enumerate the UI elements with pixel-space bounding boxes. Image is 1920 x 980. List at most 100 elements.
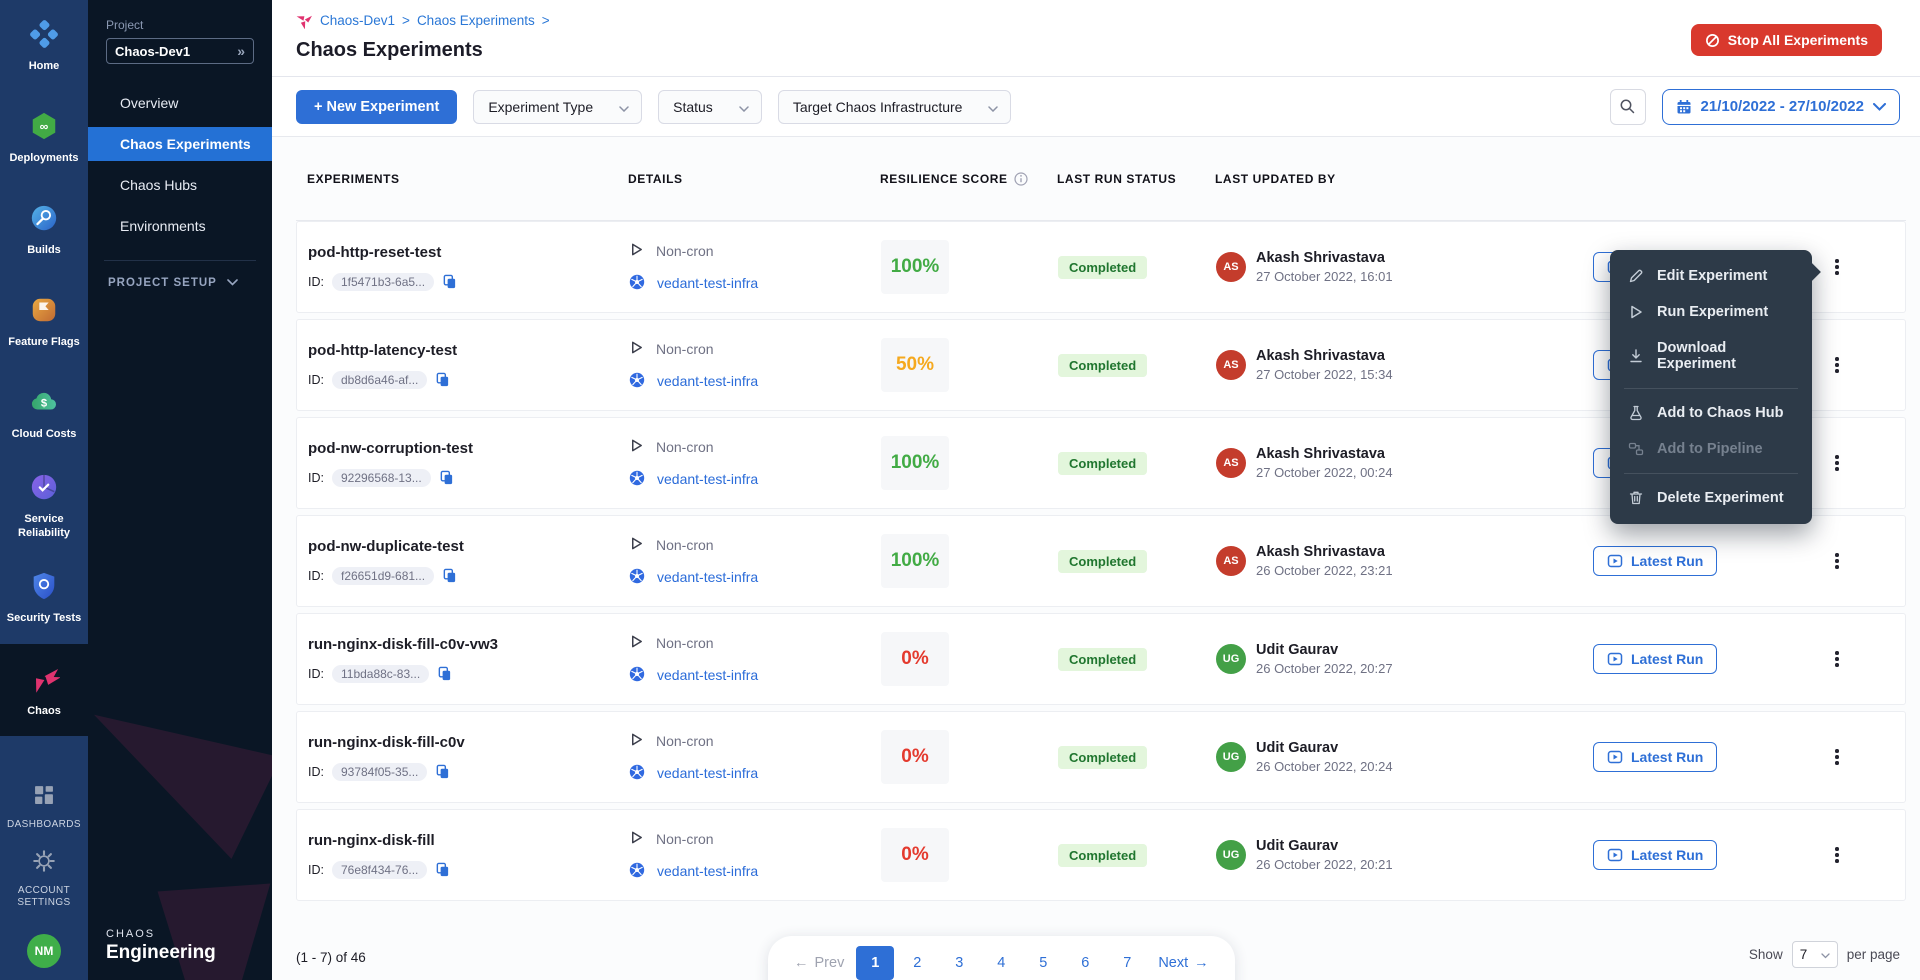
experiment-name[interactable]: run-nginx-disk-fill-c0v: [308, 734, 629, 751]
page-button-2[interactable]: 2: [898, 946, 936, 980]
experiment-name[interactable]: pod-http-latency-test: [308, 342, 629, 359]
sidebar-item-home[interactable]: Home: [0, 0, 88, 92]
page-button-1[interactable]: 1: [856, 946, 894, 980]
infrastructure-link[interactable]: vedant-test-infra: [657, 863, 758, 879]
experiment-name[interactable]: pod-http-reset-test: [308, 244, 629, 261]
status-filter[interactable]: Status: [658, 90, 762, 124]
experiment-type-filter[interactable]: Experiment Type: [473, 90, 642, 124]
target-infrastructure-filter[interactable]: Target Chaos Infrastructure: [778, 90, 1012, 124]
updated-by-name: Akash Shrivastava: [1256, 250, 1393, 266]
breadcrumb-page-link[interactable]: Chaos Experiments: [417, 13, 535, 28]
sidebar-item-feature-flags[interactable]: Feature Flags: [0, 276, 88, 368]
copy-icon[interactable]: [442, 274, 457, 289]
updated-by-name: Akash Shrivastava: [1256, 446, 1393, 462]
sidebar-item-chaos[interactable]: Chaos: [0, 644, 88, 736]
latest-run-button[interactable]: Latest Run: [1593, 742, 1717, 772]
experiment-name[interactable]: run-nginx-disk-fill-c0v-vw3: [308, 636, 629, 653]
resilience-score-box: 50%: [881, 338, 949, 392]
infrastructure-link[interactable]: vedant-test-infra: [657, 471, 758, 487]
page-button-3[interactable]: 3: [940, 946, 978, 980]
infrastructure-link[interactable]: vedant-test-infra: [657, 373, 758, 389]
experiment-name[interactable]: run-nginx-disk-fill: [308, 832, 629, 849]
row-menu-button[interactable]: [1825, 547, 1849, 575]
menu-item-download-experiment[interactable]: Download Experiment: [1610, 330, 1812, 382]
sidebar-item-security-tests[interactable]: Security Tests: [0, 552, 88, 644]
sidebar-item-builds[interactable]: Builds: [0, 184, 88, 276]
row-menu-button[interactable]: [1825, 743, 1849, 771]
per-page-select[interactable]: 7: [1792, 941, 1838, 968]
chevron-down-icon: [619, 99, 629, 115]
updated-by-name: Akash Shrivastava: [1256, 348, 1393, 364]
sidebar-item-service-reliability[interactable]: Service Reliability: [0, 460, 88, 552]
sidebar-item-environments[interactable]: Environments: [88, 209, 272, 243]
sidebar-item-chaos-experiments[interactable]: Chaos Experiments: [88, 127, 272, 161]
chevron-down-icon: [988, 99, 998, 115]
copy-icon[interactable]: [439, 470, 454, 485]
page-button-6[interactable]: 6: [1066, 946, 1104, 980]
info-icon[interactable]: [1014, 172, 1028, 186]
row-menu-button[interactable]: [1825, 351, 1849, 379]
menu-item-delete-experiment[interactable]: Delete Experiment: [1610, 480, 1812, 516]
next-page-button[interactable]: Next→: [1150, 946, 1216, 980]
infrastructure-link[interactable]: vedant-test-infra: [657, 569, 758, 585]
schedule-type: Non-cron: [656, 439, 714, 455]
page-button-4[interactable]: 4: [982, 946, 1020, 980]
menu-item-edit-experiment[interactable]: Edit Experiment: [1610, 258, 1812, 294]
search-button[interactable]: [1610, 89, 1646, 125]
sidebar-item-dashboards[interactable]: DASHBOARDS: [0, 770, 88, 842]
row-menu-button[interactable]: [1825, 645, 1849, 673]
row-menu-button[interactable]: [1825, 253, 1849, 281]
latest-run-button[interactable]: Latest Run: [1593, 840, 1717, 870]
play-icon: [1628, 304, 1644, 320]
experiment-id: 11bda88c-83...: [332, 665, 429, 683]
row-menu-button[interactable]: [1825, 841, 1849, 869]
resilience-score-box: 100%: [881, 534, 949, 588]
date-range-picker[interactable]: 21/10/2022 - 27/10/2022: [1662, 89, 1900, 125]
menu-item-run-experiment[interactable]: Run Experiment: [1610, 294, 1812, 330]
infrastructure-link[interactable]: vedant-test-infra: [657, 275, 758, 291]
menu-item-add-to-pipeline[interactable]: Add to Pipeline: [1610, 431, 1812, 467]
project-label: Project: [106, 18, 272, 32]
breadcrumb-separator: >: [542, 13, 550, 28]
experiment-name[interactable]: pod-nw-corruption-test: [308, 440, 629, 457]
stop-all-experiments-button[interactable]: Stop All Experiments: [1691, 24, 1882, 56]
breadcrumb-project-link[interactable]: Chaos-Dev1: [320, 13, 395, 28]
resilience-score: 0%: [901, 844, 928, 866]
project-setup-toggle[interactable]: PROJECT SETUP: [88, 277, 272, 289]
page-button-7[interactable]: 7: [1108, 946, 1146, 980]
expand-project-icon[interactable]: »: [237, 43, 245, 59]
infrastructure-link[interactable]: vedant-test-infra: [657, 765, 758, 781]
sidebar-item-deployments[interactable]: ∞ Deployments: [0, 92, 88, 184]
new-experiment-button[interactable]: + New Experiment: [296, 90, 457, 124]
chevron-down-icon: [1873, 98, 1886, 115]
project-selector[interactable]: Chaos-Dev1 »: [106, 38, 254, 64]
copy-icon[interactable]: [437, 666, 452, 681]
prev-page-button[interactable]: ←Prev: [786, 946, 852, 980]
latest-run-button[interactable]: Latest Run: [1593, 644, 1717, 674]
copy-icon[interactable]: [435, 764, 450, 779]
arrow-right-icon: →: [1194, 955, 1209, 971]
table-row: run-nginx-disk-fill-c0v-vw3 ID: 11bda88c…: [296, 613, 1906, 705]
sidebar-item-overview[interactable]: Overview: [88, 86, 272, 120]
sidebar-item-chaos-hubs[interactable]: Chaos Hubs: [88, 168, 272, 202]
resilience-score: 100%: [891, 256, 940, 278]
table-header-row: EXPERIMENTS DETAILS RESILIENCE SCORE LAS…: [296, 137, 1906, 221]
menu-item-add-to-chaos-hub[interactable]: Add to Chaos Hub: [1610, 395, 1812, 431]
copy-icon[interactable]: [435, 372, 450, 387]
sidebar-item-cloud-costs[interactable]: $ Cloud Costs: [0, 368, 88, 460]
user-avatar[interactable]: NM: [27, 934, 61, 968]
infrastructure-link[interactable]: vedant-test-infra: [657, 667, 758, 683]
cron-play-icon: [629, 732, 644, 750]
page-button-5[interactable]: 5: [1024, 946, 1062, 980]
id-label: ID:: [308, 471, 324, 485]
sidebar-item-account-settings[interactable]: ACCOUNT SETTINGS: [0, 842, 88, 914]
menu-divider: [1624, 388, 1798, 389]
latest-run-button[interactable]: Latest Run: [1593, 546, 1717, 576]
experiment-name[interactable]: pod-nw-duplicate-test: [308, 538, 629, 555]
copy-icon[interactable]: [435, 862, 450, 877]
experiment-id: f26651d9-681...: [332, 567, 434, 585]
main-content: Chaos-Dev1 > Chaos Experiments > Chaos E…: [272, 0, 1920, 980]
copy-icon[interactable]: [442, 568, 457, 583]
row-menu-button[interactable]: [1825, 449, 1849, 477]
experiment-id: 1f5471b3-6a5...: [332, 273, 434, 291]
